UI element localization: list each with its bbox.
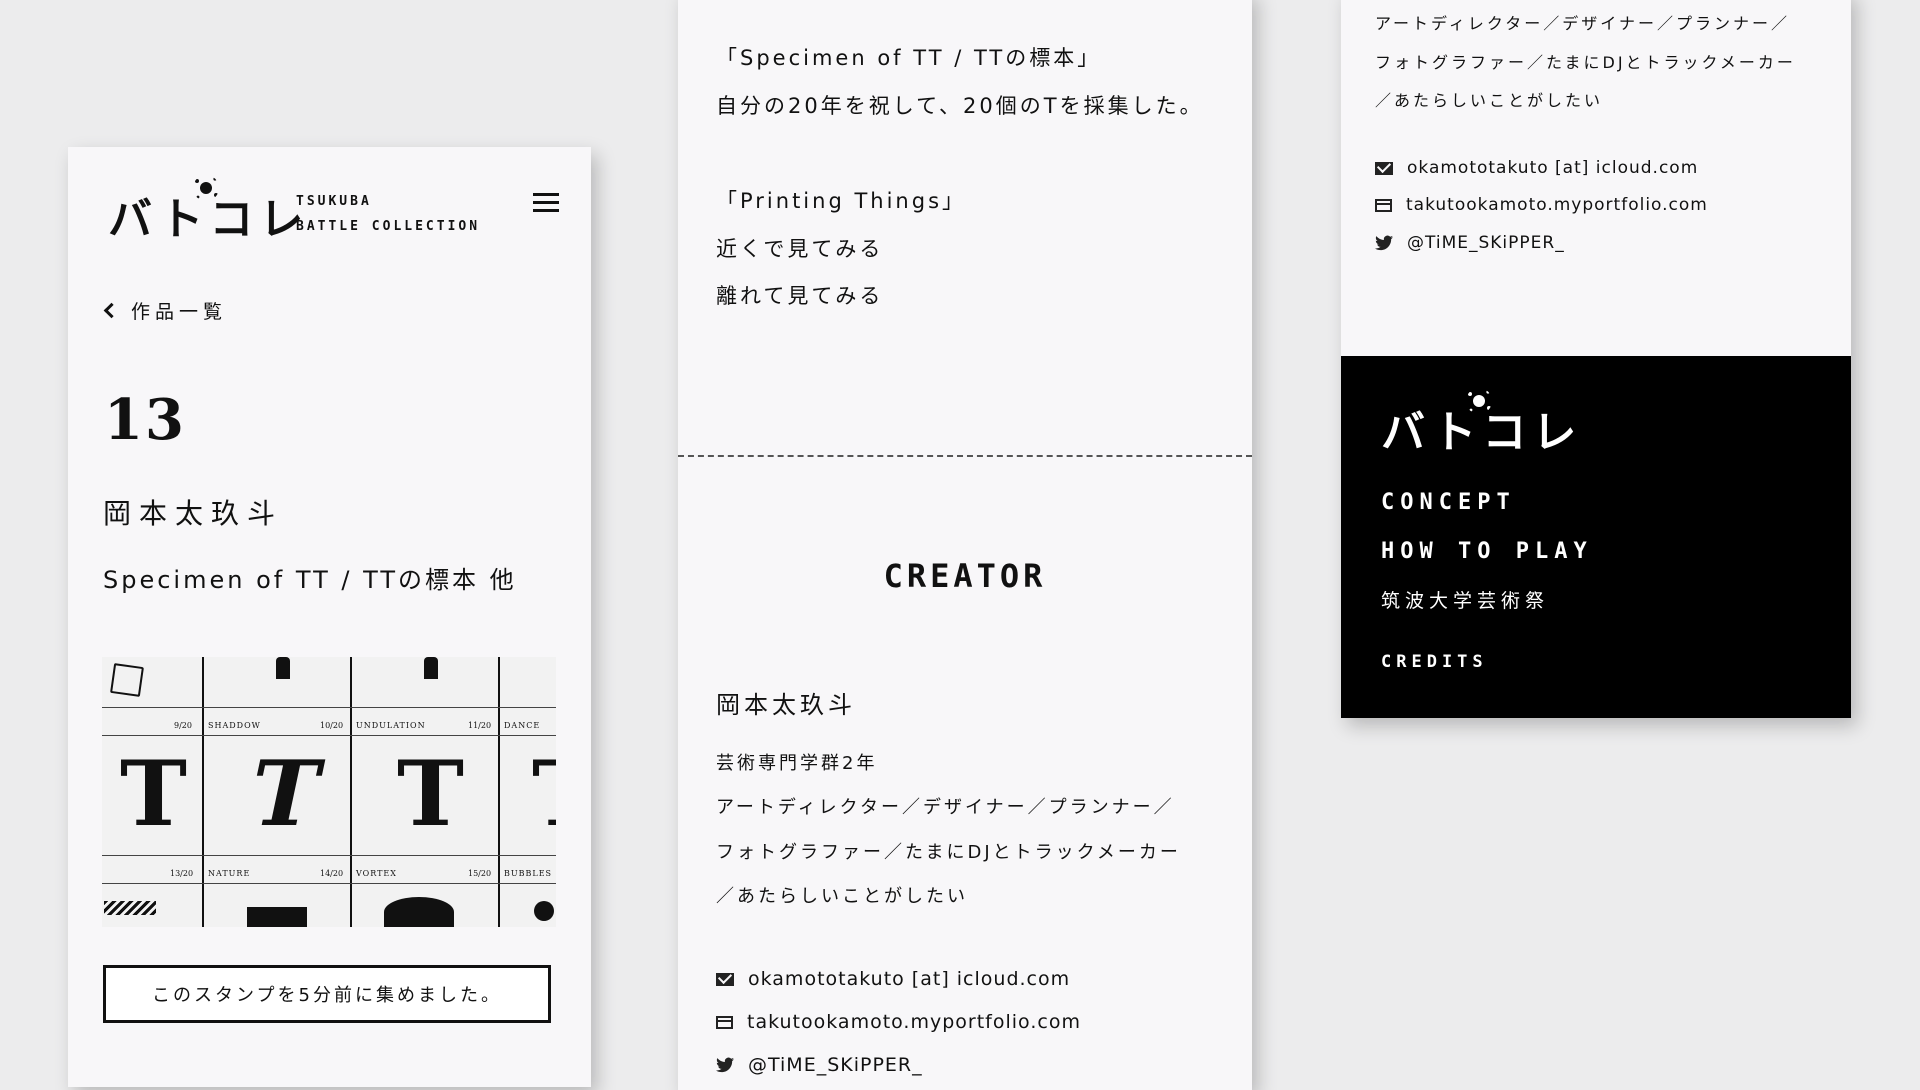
web-icon [716, 1015, 733, 1029]
twitter-link[interactable]: @TiME_SKiPPER_ [1375, 233, 1565, 253]
description-line: 「Specimen of TT / TTの標本」 [716, 46, 1102, 70]
splat-icon [195, 177, 218, 199]
stamp-t-glyph: T [120, 741, 187, 847]
description-panel: 「Specimen of TT / TTの標本」 自分の20年を祝して、20個の… [678, 0, 1252, 1090]
tagline-line2: BATTLE COLLECTION [296, 219, 481, 234]
description-line: 自分の20年を祝して、20個のTを採集した。 [716, 94, 1204, 118]
stamp-cell-fraction: 11/20 [468, 721, 492, 730]
back-to-list-link[interactable]: 作品一覧 [100, 297, 227, 324]
stamp-image: 9/20 SHADDOW 10/20 UNDULATION 11/20 DANC… [102, 657, 556, 927]
profile-bio-line: アートディレクター／デザイナー／プランナー／ [1375, 14, 1790, 33]
footer-logo[interactable]: バトコレ [1381, 390, 1583, 460]
website-text: takutookamoto.myportfolio.com [1406, 195, 1708, 215]
section-divider [678, 455, 1252, 457]
footer-nav-credits[interactable]: CREDITS [1381, 652, 1488, 672]
logo-text: バトコレ [108, 194, 310, 245]
description-line: 近くで見てみる [716, 237, 884, 261]
creator-bio-line: ／あたらしいことがしたい [716, 886, 968, 907]
creator-bio-line: アートディレクター／デザイナー／プランナー／ [716, 797, 1175, 818]
back-label: 作品一覧 [131, 301, 228, 323]
twitter-icon [716, 1057, 734, 1073]
profile-footer-panel: アートディレクター／デザイナー／プランナー／ フォトグラファー／たまにDJとトラ… [1341, 0, 1851, 718]
creator-name: 岡本太玖斗 [716, 691, 856, 719]
footer-logo-text: バトコレ [1381, 407, 1583, 458]
stamp-cell-name: BUBBLES [504, 869, 553, 878]
site-tagline: TSUKUBA BATTLE COLLECTION [296, 189, 480, 239]
email-link[interactable]: okamototakuto [at] icloud.com [1375, 158, 1698, 178]
footer-nav-concept[interactable]: CONCEPT [1381, 490, 1516, 515]
stamp-cell-fraction: 13/20 [170, 869, 194, 878]
stamp-mark [276, 657, 290, 679]
stamp-mark [247, 907, 307, 927]
profile-bio-line: ／あたらしいことがしたい [1375, 91, 1604, 110]
twitter-text: @TiME_SKiPPER_ [1407, 233, 1565, 253]
stamp-cell-fraction: 15/20 [468, 869, 492, 878]
site-footer: バトコレ CONCEPT HOW TO PLAY 筑波大学芸術祭 CREDITS [1341, 356, 1851, 718]
work-creator: 岡本太玖斗 [103, 497, 284, 530]
web-icon [1375, 198, 1392, 212]
stamp-mark [424, 657, 438, 679]
footer-nav-how-to-play[interactable]: HOW TO PLAY [1381, 539, 1593, 564]
stamp-mark [534, 901, 554, 921]
email-link[interactable]: okamototakuto [at] icloud.com [716, 968, 1070, 990]
stamp-mark [384, 897, 454, 927]
creator-bio-line: フォトグラファー／たまにDJとトラックメーカー [716, 842, 1181, 863]
website-link[interactable]: takutookamoto.myportfolio.com [716, 1011, 1081, 1033]
website-link[interactable]: takutookamoto.myportfolio.com [1375, 195, 1708, 215]
mail-icon [716, 972, 734, 986]
footer-nav-festival[interactable]: 筑波大学芸術祭 [1381, 586, 1549, 613]
stamp-t-glyph: T [240, 741, 331, 847]
stamp-cell-fraction: 9/20 [174, 721, 192, 730]
work-number: 13 [104, 387, 186, 453]
stamp-cell-fraction: 10/20 [320, 721, 344, 730]
creator-affiliation: 芸術専門学群2年 [716, 753, 878, 774]
twitter-link[interactable]: @TiME_SKiPPER_ [716, 1054, 923, 1076]
stamp-mark [104, 901, 156, 915]
stamp-cell-name: VORTEX [356, 869, 397, 878]
twitter-icon [1375, 235, 1393, 251]
stamp-cell-name: SHADDOW [208, 721, 261, 730]
description-line: 「Printing Things」 [716, 189, 967, 213]
chevron-left-icon [103, 302, 120, 319]
work-detail-panel: バトコレ TSUKUBA BATTLE COLLECTION 作品一覧 13 岡… [68, 147, 591, 1087]
work-title: Specimen of TT / TTの標本 他 [103, 566, 517, 594]
stamp-mark [110, 663, 144, 697]
stamp-collected-button[interactable]: このスタンプを5分前に集めました。 [103, 965, 551, 1023]
menu-icon[interactable] [533, 193, 559, 213]
stamp-cell-name: NATURE [208, 869, 251, 878]
stamp-t-glyph: T [532, 749, 556, 839]
cta-label: このスタンプを5分前に集めました。 [152, 985, 502, 1006]
stamp-t-glyph: T [397, 741, 464, 847]
website-text: takutookamoto.myportfolio.com [747, 1011, 1081, 1033]
mail-icon [1375, 161, 1393, 175]
profile-bio-line: フォトグラファー／たまにDJとトラックメーカー [1375, 53, 1796, 72]
stamp-cell-name: DANCE [504, 721, 541, 730]
creator-heading: CREATOR [883, 557, 1047, 595]
stamp-cell-name: UNDULATION [356, 721, 426, 730]
tagline-line1: TSUKUBA [296, 194, 372, 209]
twitter-text: @TiME_SKiPPER_ [748, 1054, 923, 1076]
email-text: okamototakuto [at] icloud.com [748, 968, 1071, 990]
stamp-cell-fraction: 14/20 [320, 869, 344, 878]
description-line: 離れて見てみる [716, 284, 884, 308]
email-text: okamototakuto [at] icloud.com [1407, 158, 1699, 178]
site-logo[interactable]: バトコレ [108, 177, 310, 247]
splat-icon [1468, 390, 1491, 412]
